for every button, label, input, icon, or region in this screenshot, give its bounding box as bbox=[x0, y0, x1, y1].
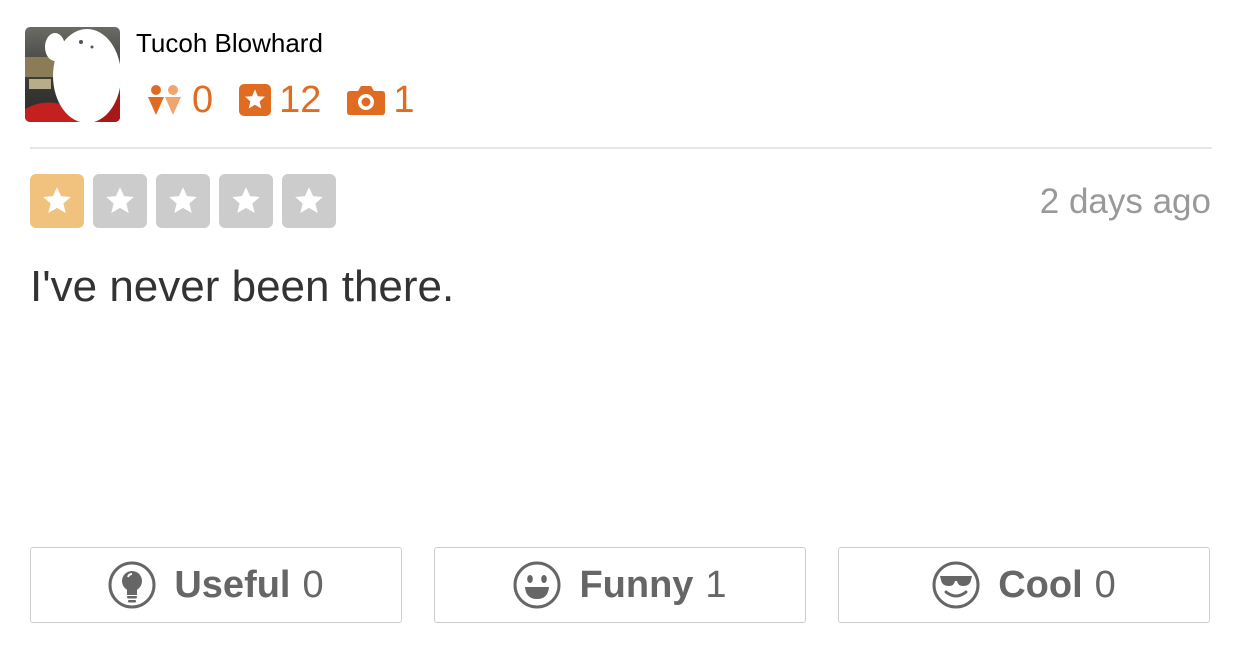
funny-count: 1 bbox=[705, 564, 727, 606]
star-empty bbox=[93, 174, 147, 228]
useful-count: 0 bbox=[302, 564, 324, 606]
user-name[interactable]: Tucoh Blowhard bbox=[136, 27, 323, 59]
reviews-count: 12 bbox=[279, 79, 322, 121]
photos-count: 1 bbox=[393, 79, 415, 121]
user-stats: 0 12 1 bbox=[146, 78, 415, 122]
cool-count: 0 bbox=[1094, 564, 1116, 606]
review-text: I've never been there. bbox=[30, 262, 455, 311]
camera-icon bbox=[347, 85, 386, 115]
star-rating bbox=[30, 174, 345, 228]
friends-icon bbox=[146, 83, 184, 117]
funny-label: Funny bbox=[579, 564, 694, 606]
star-empty bbox=[219, 174, 273, 228]
reviews-stat: 12 bbox=[239, 78, 321, 122]
friends-count: 0 bbox=[192, 79, 214, 121]
review-date: 2 days ago bbox=[1039, 182, 1211, 221]
friends-stat: 0 bbox=[146, 78, 213, 122]
useful-button[interactable]: Useful 0 bbox=[30, 547, 402, 623]
cool-label: Cool bbox=[998, 564, 1083, 606]
star-empty bbox=[282, 174, 336, 228]
sunglasses-smiley-icon bbox=[932, 561, 980, 609]
cool-button[interactable]: Cool 0 bbox=[838, 547, 1210, 623]
useful-label: Useful bbox=[174, 564, 291, 606]
star-empty bbox=[156, 174, 210, 228]
lightbulb-icon bbox=[108, 561, 156, 609]
photos-stat: 1 bbox=[347, 78, 415, 122]
star-badge-icon bbox=[239, 84, 272, 116]
divider bbox=[30, 147, 1212, 149]
user-avatar[interactable] bbox=[25, 27, 120, 122]
star-filled bbox=[30, 174, 84, 228]
funny-button[interactable]: Funny 1 bbox=[434, 547, 806, 623]
smiley-icon bbox=[513, 561, 561, 609]
